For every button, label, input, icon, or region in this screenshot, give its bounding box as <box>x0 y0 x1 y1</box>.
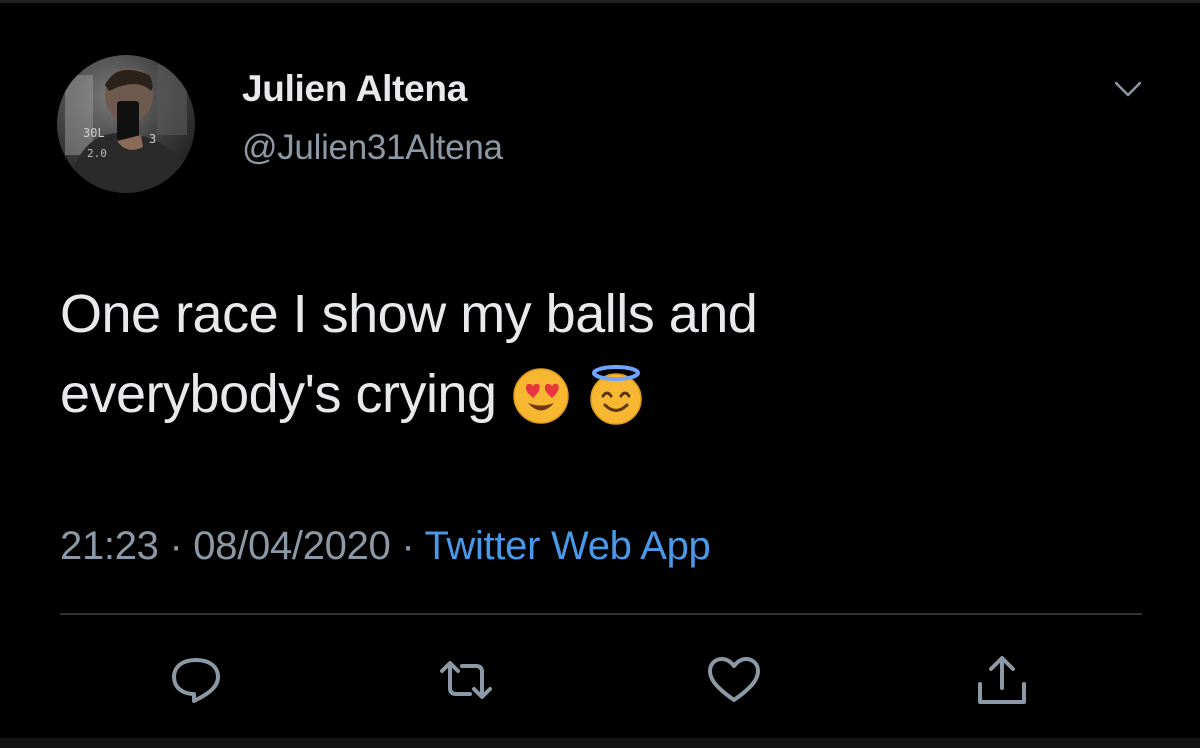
meta-separator: · <box>169 524 183 568</box>
tweet-text-line: One race I show my balls and <box>60 284 758 344</box>
reply-icon <box>172 658 220 703</box>
tweet-meta: 21:23 · 08/04/2020 · Twitter Web App <box>60 524 711 569</box>
tweet-text-line: everybody's crying <box>60 354 1140 434</box>
meta-separator: · <box>401 524 415 568</box>
author-display-name[interactable]: Julien Altena <box>242 68 467 110</box>
retweet-icon <box>440 661 492 699</box>
share-button[interactable] <box>972 654 1032 706</box>
tweet-text-line-content: everybody's crying <box>60 364 497 424</box>
bottom-edge <box>0 738 1200 748</box>
tweet-date[interactable]: 08/04/2020 <box>193 524 391 568</box>
heart-icon <box>708 657 760 702</box>
divider <box>60 613 1142 615</box>
avatar[interactable]: 30L 3 2.0 <box>57 55 195 193</box>
halo-emoji <box>585 364 647 426</box>
retweet-button[interactable] <box>436 654 496 706</box>
heart-eyes-emoji <box>511 366 571 426</box>
tweet-time[interactable]: 21:23 <box>60 524 159 568</box>
chevron-down-icon <box>1114 81 1142 97</box>
share-icon <box>978 656 1026 704</box>
tweet-text: One race I show my balls and everybody's… <box>60 274 1140 434</box>
reply-button[interactable] <box>166 654 226 706</box>
like-button[interactable] <box>704 654 764 706</box>
svg-text:3: 3 <box>149 132 156 146</box>
svg-text:30L: 30L <box>83 126 105 140</box>
more-options-button[interactable] <box>1108 70 1148 110</box>
author-handle[interactable]: @Julien31Altena <box>242 128 503 168</box>
svg-text:2.0: 2.0 <box>87 147 107 160</box>
tweet-card: 30L 3 2.0 Julien Altena @Julien31Altena … <box>0 0 1200 748</box>
top-edge <box>0 0 1200 3</box>
tweet-source-link[interactable]: Twitter Web App <box>424 524 710 568</box>
